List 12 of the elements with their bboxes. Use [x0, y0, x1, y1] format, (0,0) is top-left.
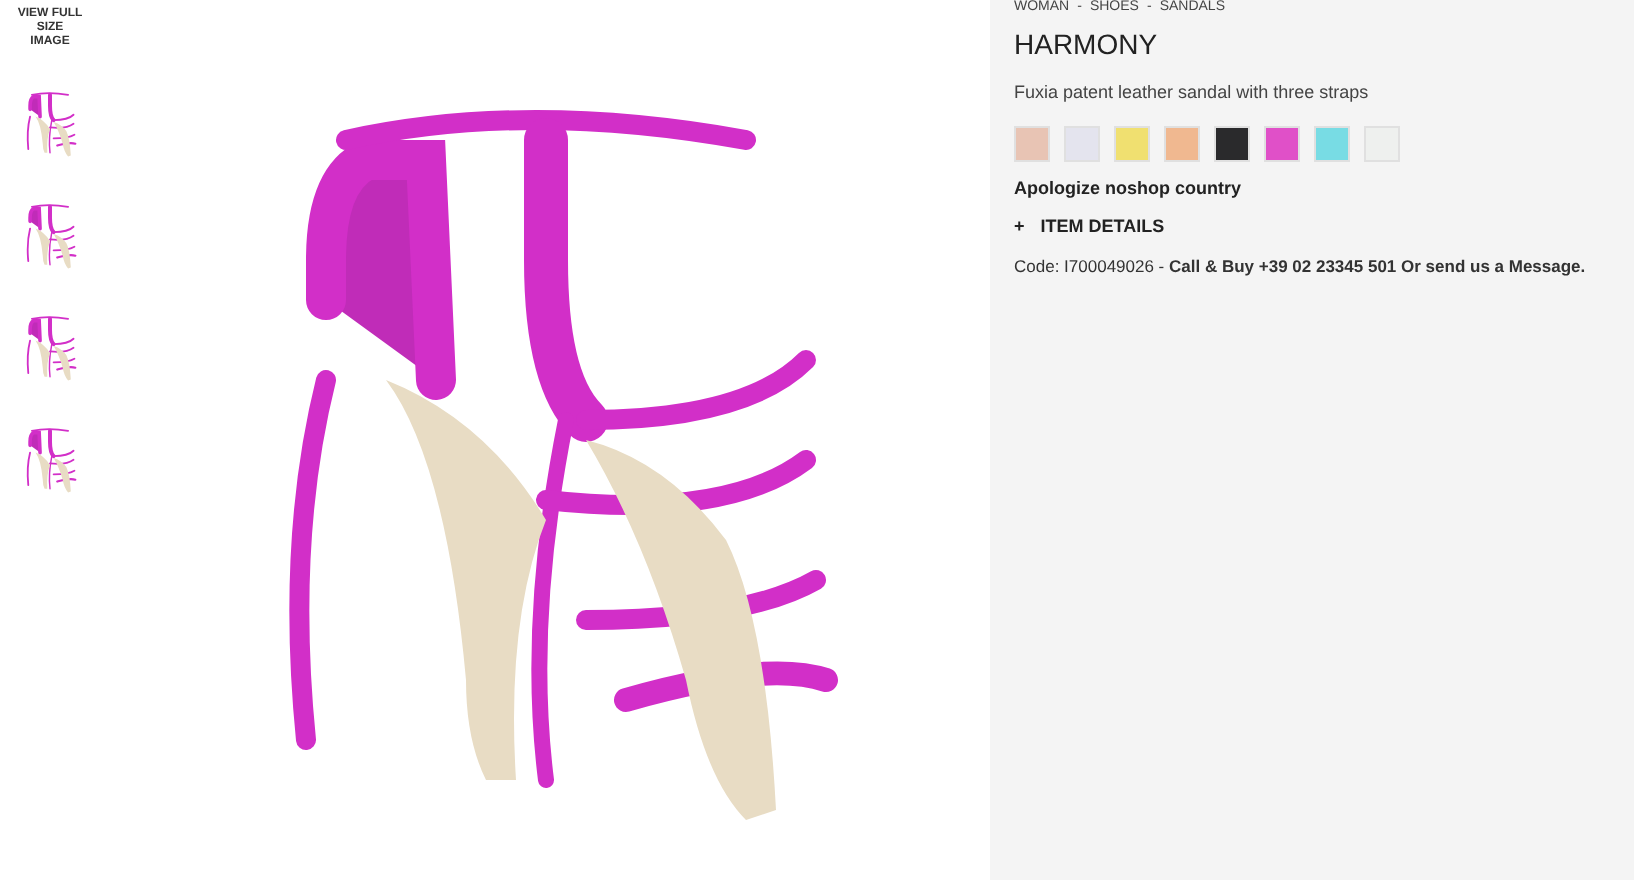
availability-notice: Apologize noshop country	[1014, 175, 1243, 202]
color-swatch[interactable]	[1314, 125, 1350, 161]
color-swatch[interactable]	[1014, 125, 1050, 161]
color-swatch[interactable]	[1164, 125, 1200, 161]
product-title: HARMONY	[1014, 26, 1160, 62]
color-swatch[interactable]	[1264, 125, 1300, 161]
item-details-toggle[interactable]: + ITEM DETAILS	[1014, 214, 1165, 241]
product-code-text: Code: I700049026 - Call & Buy +39 02 23345 501 Or send us a Message.	[1014, 253, 1588, 279]
plus-icon: +	[1014, 214, 1025, 241]
color-swatch[interactable]	[1114, 125, 1150, 161]
product-description: Fuxia patent leather sandal with three straps	[1014, 80, 1371, 106]
color-swatch[interactable]	[1214, 125, 1250, 161]
